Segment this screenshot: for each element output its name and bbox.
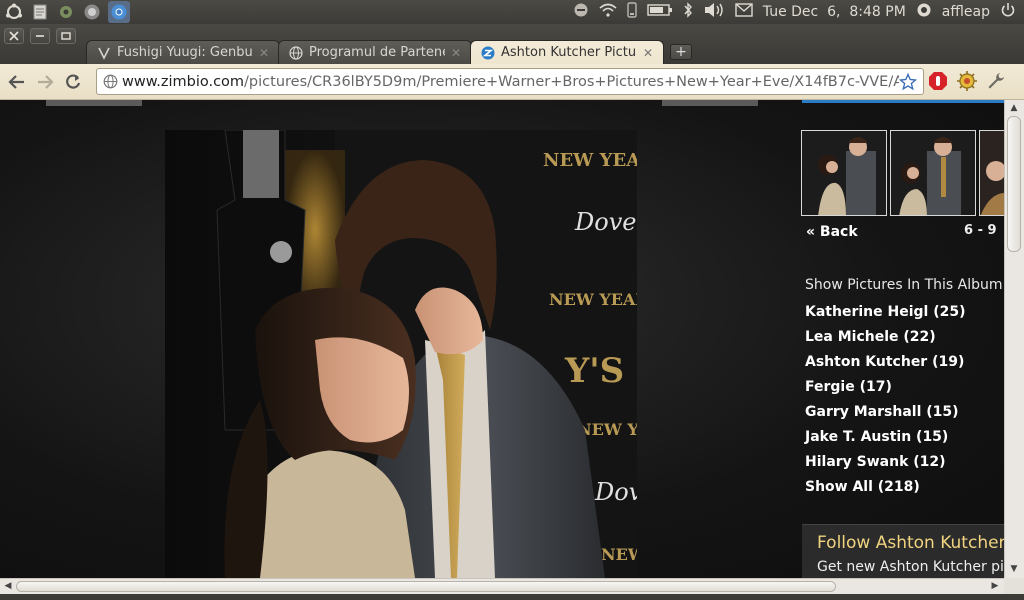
horizontal-scroll-thumb[interactable]: [16, 581, 836, 592]
list-item[interactable]: Jake T. Austin (15): [805, 429, 965, 454]
mail-icon[interactable]: [735, 3, 753, 21]
bookmark-star-icon[interactable]: [899, 72, 917, 91]
album-filter-heading: Show Pictures In This Album With: [805, 277, 1004, 293]
tab-close-icon[interactable]: ✕: [641, 46, 655, 60]
back-link-label: Back: [819, 224, 858, 240]
thumbnail-image[interactable]: [801, 130, 887, 216]
nav-tab-right[interactable]: [662, 100, 758, 106]
globe-icon: [289, 45, 303, 60]
zimbio-favicon-icon: [481, 46, 495, 60]
tab-title: Programul de Parteneriat: [309, 45, 445, 60]
vertical-scroll-thumb[interactable]: [1007, 116, 1021, 252]
text-editor-icon[interactable]: [30, 2, 50, 22]
url-path: /pictures/CR36lBY5D9m/Premiere+Warner+Br…: [244, 73, 899, 90]
window-bottom-frame: [0, 594, 1024, 600]
thumbnail-range: 6 - 9: [964, 223, 997, 238]
list-item[interactable]: Ashton Kutcher (19): [805, 354, 965, 379]
bluetooth-icon[interactable]: [683, 2, 693, 22]
app-icon[interactable]: [82, 2, 102, 22]
nav-tab-left[interactable]: [46, 100, 142, 106]
svg-text:Dove: Dove: [574, 208, 636, 236]
svg-text:NEW YEAR'S EVE: NEW YEAR'S EVE: [543, 150, 637, 171]
new-tab-button[interactable]: +: [670, 44, 692, 60]
back-link[interactable]: « Back: [806, 224, 858, 240]
url-text[interactable]: www.zimbio.com/pictures/CR36lBY5D9m/Prem…: [122, 74, 899, 90]
list-item[interactable]: Fergie (17): [805, 379, 965, 404]
tab-title: Ashton Kutcher Pictures: [501, 45, 637, 60]
show-all-link[interactable]: Show All (218): [805, 479, 965, 504]
battery-icon[interactable]: [647, 3, 673, 21]
url-host: www.zimbio.com: [122, 73, 245, 90]
address-bar[interactable]: www.zimbio.com/pictures/CR36lBY5D9m/Prem…: [96, 68, 924, 95]
horizontal-scrollbar[interactable]: ◀ ▶: [0, 578, 1004, 594]
browser-tab-strip: Fushigi Yuugi: Genbu Kaiden ✕ Programul …: [0, 24, 1024, 64]
adblock-extension-icon[interactable]: [928, 71, 948, 95]
main-photo[interactable]: NEW YEAR'S EVE Dove NEW YEAR'S EVE Y'S E…: [165, 130, 637, 578]
tab-programul-de-parteneriat[interactable]: Programul de Parteneriat ✕: [278, 40, 472, 64]
back-button[interactable]: [4, 69, 30, 95]
ubuntu-logo-icon[interactable]: [4, 2, 24, 22]
svg-text:NEW YEAR'S: NEW YEAR'S: [601, 545, 637, 564]
user-status-icon[interactable]: [916, 2, 932, 22]
power-indicator-icon[interactable]: [573, 2, 589, 22]
thumbnail-image[interactable]: [890, 130, 976, 216]
svg-text:NEW YEAR'S EVE: NEW YEAR'S EVE: [549, 290, 637, 309]
thumbnail-image[interactable]: [979, 130, 1004, 216]
chromium-icon[interactable]: [108, 1, 130, 23]
tab-fushigi-yuugi[interactable]: Fushigi Yuugi: Genbu Kaiden ✕: [86, 40, 280, 64]
clock-text[interactable]: Tue Dec 6, 8:48 PM: [763, 4, 906, 20]
window-maximize-button[interactable]: [56, 28, 76, 44]
site-favicon-icon: [97, 46, 111, 60]
svg-text:NEW YEAR'S: NEW YEAR'S: [577, 420, 637, 439]
volume-icon[interactable]: [703, 2, 725, 22]
user-name[interactable]: affleap: [942, 4, 990, 20]
scroll-down-arrow-icon[interactable]: ▼: [1007, 562, 1021, 576]
tab-close-icon[interactable]: ✕: [449, 46, 463, 60]
follow-subtitle: Get new Ashton Kutcher pictures: [817, 559, 1004, 575]
list-item[interactable]: Hilary Swank (12): [805, 454, 965, 479]
forward-button[interactable]: [32, 69, 58, 95]
page-viewport: NEW YEAR'S EVE Dove NEW YEAR'S EVE Y'S E…: [0, 100, 1004, 578]
svg-text:Dove: Dove: [594, 478, 637, 506]
scroll-left-arrow-icon[interactable]: ◀: [1, 579, 15, 593]
people-filter-list: Katherine Heigl (25) Lea Michele (22) As…: [805, 304, 965, 504]
tab-close-icon[interactable]: ✕: [257, 46, 271, 60]
list-item[interactable]: Garry Marshall (15): [805, 404, 965, 429]
wrench-menu-icon[interactable]: [986, 71, 1006, 95]
top-panel: Tue Dec 6, 8:48 PM affleap: [0, 0, 1024, 24]
thumbnail-strip: [801, 130, 1004, 216]
scroll-up-arrow-icon[interactable]: ▲: [1007, 101, 1021, 115]
page-globe-icon: [103, 74, 118, 89]
list-item[interactable]: Katherine Heigl (25): [805, 304, 965, 329]
list-item[interactable]: Lea Michele (22): [805, 329, 965, 354]
svg-text:Y'S EVE: Y'S EVE: [564, 351, 637, 391]
extension-gear-icon[interactable]: [956, 70, 978, 96]
tab-ashton-kutcher-pictures[interactable]: Ashton Kutcher Pictures ✕: [470, 40, 664, 64]
tab-title: Fushigi Yuugi: Genbu Kaiden: [117, 45, 253, 60]
scroll-right-arrow-icon[interactable]: ▶: [988, 579, 1002, 593]
follow-box: Follow Ashton Kutcher Get new Ashton Kut…: [802, 524, 1004, 578]
window-close-button[interactable]: [4, 28, 24, 44]
scrollbar-corner: [1004, 578, 1024, 594]
follow-title[interactable]: Follow Ashton Kutcher: [817, 533, 1004, 553]
shutdown-icon[interactable]: [1000, 2, 1016, 22]
wifi-icon[interactable]: [599, 3, 617, 21]
phone-icon[interactable]: [627, 2, 637, 22]
sidebar-accent-bar: [802, 100, 1004, 103]
browser-toolbar: www.zimbio.com/pictures/CR36lBY5D9m/Prem…: [0, 64, 1024, 100]
vertical-scrollbar[interactable]: ▲ ▼: [1004, 100, 1024, 578]
window-minimize-button[interactable]: [30, 28, 50, 44]
reload-button[interactable]: [60, 69, 86, 95]
gear-app-icon[interactable]: [56, 2, 76, 22]
